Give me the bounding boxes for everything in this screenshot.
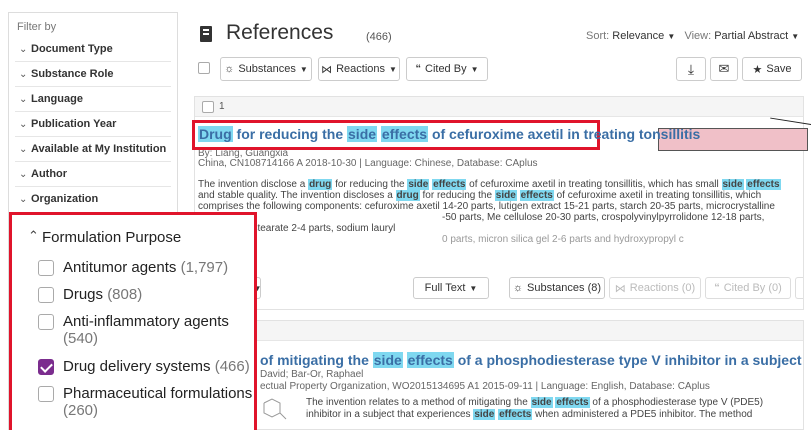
- quote-icon: “: [714, 282, 720, 294]
- filter-author[interactable]: ⌄ Author: [19, 168, 67, 180]
- result-card-header: [195, 321, 803, 341]
- view-dropdown[interactable]: Partial Abstract: [714, 30, 788, 42]
- result-substances-button[interactable]: ☼ Substances (8): [509, 277, 605, 299]
- divider: [15, 111, 171, 112]
- reaction-icon: ⋈: [321, 63, 333, 76]
- result-reactions-button[interactable]: ⋈ Reactions (0): [609, 277, 701, 299]
- caret-down-icon: ▼: [791, 32, 800, 41]
- caret-down-icon: ▼: [470, 64, 479, 74]
- chevron-down-icon: ⌄: [19, 119, 28, 130]
- chemical-structure-image: [263, 398, 287, 420]
- citation-map-button[interactable]: [795, 277, 803, 299]
- select-all-checkbox[interactable]: [198, 62, 210, 74]
- atom-icon: ☼: [512, 282, 524, 294]
- envelope-icon: ✉: [718, 61, 730, 76]
- star-icon: ★: [752, 63, 763, 76]
- divider: [15, 161, 171, 162]
- result-checkbox[interactable]: [202, 101, 214, 113]
- divider: [15, 86, 171, 87]
- reactions-button[interactable]: ⋈ Reactions ▼: [318, 57, 400, 81]
- download-button[interactable]: ⤓: [676, 57, 706, 81]
- download-icon: ⤓: [687, 60, 695, 77]
- sort-dropdown[interactable]: Relevance: [612, 30, 664, 42]
- result-count: (466): [366, 31, 392, 43]
- formulation-purpose-header[interactable]: ⌃ Formulation Purpose: [28, 228, 181, 246]
- email-button[interactable]: ✉: [710, 57, 738, 81]
- result-meta: ectual Property Organization, WO20151346…: [260, 381, 710, 392]
- save-button[interactable]: ★ Save: [742, 57, 802, 81]
- chevron-down-icon: ⌄: [19, 44, 28, 55]
- result-author: David; Bar-Or, Raphael: [260, 369, 364, 380]
- page-title: References: [226, 21, 334, 44]
- sort-view-controls: Sort: Relevance ▼ View: Partial Abstract…: [586, 30, 800, 42]
- caret-down-icon: ▼: [469, 283, 478, 293]
- checkbox[interactable]: [38, 314, 54, 330]
- chevron-down-icon: ⌄: [19, 69, 28, 80]
- divider: [15, 186, 171, 187]
- caret-down-icon: ▼: [389, 64, 397, 74]
- chevron-down-icon: ⌄: [19, 94, 28, 105]
- full-text-button[interactable]: Full Text ▼: [413, 277, 489, 299]
- filter-publication-year[interactable]: ⌄ Publication Year: [19, 118, 116, 130]
- reaction-icon: ⋈: [614, 282, 626, 295]
- result-index: 1: [219, 101, 225, 112]
- checkbox[interactable]: [38, 386, 54, 402]
- filter-language[interactable]: ⌄ Language: [19, 93, 83, 105]
- checkbox[interactable]: [38, 287, 54, 303]
- result-abstract: The invention relates to a method of mit…: [306, 397, 764, 420]
- checkbox[interactable]: [38, 260, 54, 276]
- filter-available-at-institution[interactable]: ⌄ Available at My Institution: [19, 143, 166, 155]
- document-icon: [200, 26, 212, 42]
- caret-down-icon: ▼: [667, 32, 676, 41]
- chevron-down-icon: ⌄: [19, 169, 28, 180]
- formulation-purpose-filter: ⌃ Formulation Purpose Antitumor agents (1…: [9, 212, 257, 430]
- caret-down-icon: ▼: [299, 64, 308, 74]
- page: Filter by ⌄ Document Type ⌄ Substance Role…: [0, 0, 811, 430]
- atom-icon: ☼: [224, 63, 235, 75]
- result-title-link[interactable]: Drug for reducing the side effects of ce…: [198, 126, 700, 142]
- divider: [15, 61, 171, 62]
- cited-by-button[interactable]: “Cited By ▼: [406, 57, 488, 81]
- divider: [15, 136, 171, 137]
- filter-document-type[interactable]: ⌄ Document Type: [19, 43, 113, 55]
- chevron-up-icon: ⌃: [28, 228, 39, 243]
- result-title-link[interactable]: of mitigating the side effects of a phos…: [260, 352, 802, 368]
- filter-organization[interactable]: ⌄ Organization: [19, 193, 98, 205]
- chevron-down-icon: ⌄: [19, 144, 28, 155]
- checkbox-checked[interactable]: [38, 359, 54, 375]
- quote-icon: “: [415, 63, 422, 75]
- filter-substance-role[interactable]: ⌄ Substance Role: [19, 68, 114, 80]
- chevron-down-icon: ⌄: [19, 194, 28, 205]
- filter-by-label: Filter by: [17, 21, 57, 33]
- substances-button[interactable]: ☼ Substances ▼: [220, 57, 312, 81]
- result-abstract: The invention disclose a drug for reduci…: [198, 179, 781, 245]
- result-cited-by-button[interactable]: “Cited By (0): [705, 277, 791, 299]
- result-card-header: [195, 97, 803, 117]
- result-meta: China, CN108714166 A 2018-10-30 | Langua…: [198, 158, 538, 169]
